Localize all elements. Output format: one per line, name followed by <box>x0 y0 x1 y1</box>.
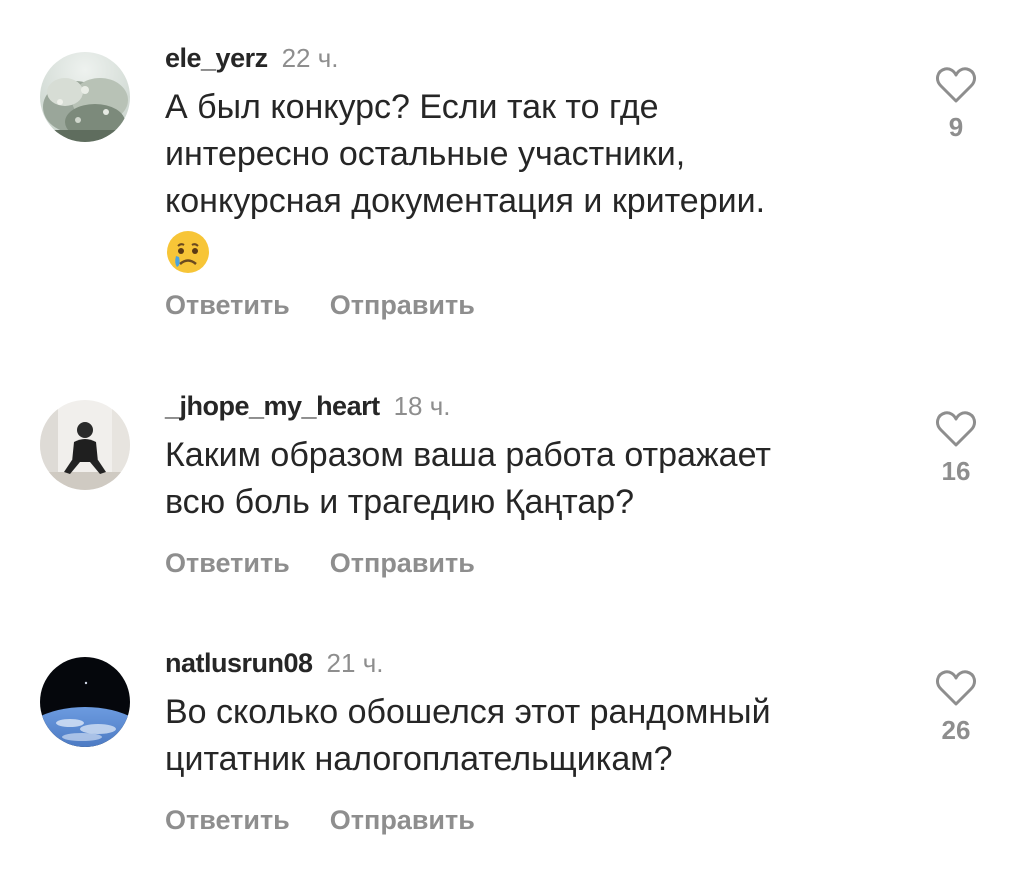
send-button[interactable]: Отправить <box>330 548 475 578</box>
comment-meta: natlusrun08 21 ч. <box>165 645 383 681</box>
comment-meta: ele_yerz 22 ч. <box>165 40 339 76</box>
avatar[interactable] <box>40 657 130 747</box>
heart-outline-icon[interactable] <box>935 410 977 448</box>
comment-text: Каким образом ваша работа отражает всю б… <box>165 432 905 526</box>
comment-meta: _jhope_my_heart 18 ч. <box>165 388 451 424</box>
comment-actions: Ответить Отправить <box>165 548 515 579</box>
username[interactable]: _jhope_my_heart <box>165 391 380 421</box>
comment-time: 22 ч. <box>281 43 339 73</box>
heart-outline-icon[interactable] <box>935 669 977 707</box>
avatar-person-image <box>40 400 130 490</box>
like-control: 9 <box>925 66 987 143</box>
comment-text-line: Каким образом ваша работа отражает <box>165 436 771 474</box>
reply-button[interactable]: Ответить <box>165 805 290 835</box>
comment-text-line: интересно остальные участники, <box>165 135 686 173</box>
comment-time: 18 ч. <box>393 391 451 421</box>
like-control: 26 <box>925 669 987 746</box>
send-button[interactable]: Отправить <box>330 805 475 835</box>
comment-time: 21 ч. <box>326 648 384 678</box>
comment-item: natlusrun08 21 ч. Во сколько обошелся это… <box>0 643 1024 853</box>
comment-actions: Ответить Отправить <box>165 290 515 321</box>
send-button[interactable]: Отправить <box>330 290 475 320</box>
comment-text-line: цитатник налогоплательщикам? <box>165 740 673 778</box>
comment-item: ele_yerz 22 ч. А был конкурс? Если так то… <box>0 38 1024 338</box>
comment-text-line: конкурсная документация и критерии. <box>165 182 766 220</box>
comment-text-line: всю боль и трагедию Қаңтар? <box>165 483 635 521</box>
comments-list: ele_yerz 22 ч. А был конкурс? Если так то… <box>0 0 1024 888</box>
username[interactable]: ele_yerz <box>165 43 268 73</box>
like-count: 9 <box>948 112 964 142</box>
heart-outline-icon[interactable] <box>935 66 977 104</box>
username[interactable]: natlusrun08 <box>165 648 313 678</box>
avatar[interactable] <box>40 52 130 142</box>
comment-text-line: А был конкурс? Если так то где <box>165 88 659 126</box>
comment-item: _jhope_my_heart 18 ч. Каким образом ваша … <box>0 386 1024 596</box>
comment-actions: Ответить Отправить <box>165 805 515 836</box>
comment-text-line: Во сколько обошелся этот рандомный <box>165 693 771 731</box>
avatar-earth-image <box>40 657 130 747</box>
comment-text: А был конкурс? Если так то где интересно… <box>165 84 905 288</box>
avatar[interactable] <box>40 400 130 490</box>
like-count: 26 <box>941 715 971 745</box>
like-count: 16 <box>941 456 971 486</box>
reply-button[interactable]: Ответить <box>165 290 290 320</box>
comment-text: Во сколько обошелся этот рандомный цитат… <box>165 689 905 783</box>
avatar-tree-image <box>40 52 130 142</box>
reply-button[interactable]: Ответить <box>165 548 290 578</box>
like-control: 16 <box>925 410 987 487</box>
crying-face-emoji <box>165 229 211 288</box>
